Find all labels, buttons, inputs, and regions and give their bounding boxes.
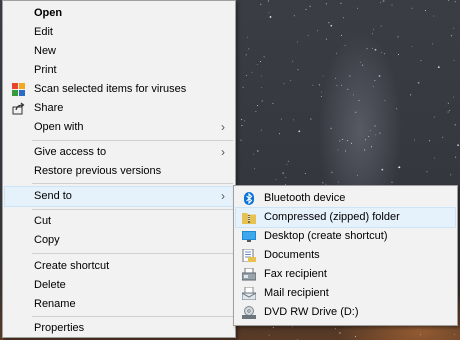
menu-item-label: Properties (34, 322, 85, 334)
menu-item-label: Restore previous versions (34, 165, 162, 177)
bluetooth-icon (242, 192, 256, 205)
desktop-icon (242, 230, 256, 243)
menu-item-new[interactable]: New (5, 42, 233, 61)
submenu-item-label: Desktop (create shortcut) (264, 230, 388, 242)
submenu-item-label: Compressed (zipped) folder (264, 211, 400, 223)
menu-item-edit[interactable]: Edit (5, 23, 233, 42)
menu-item-label: Open (34, 7, 63, 19)
menu-separator (32, 183, 233, 184)
dvd-drive-icon (242, 306, 256, 319)
send-to-dvd-drive[interactable]: DVD RW Drive (D:) (236, 303, 455, 322)
menu-item-create-shortcut[interactable]: Create shortcut (5, 257, 233, 276)
menu-separator (32, 209, 233, 210)
chevron-right-icon: › (221, 120, 225, 134)
submenu-item-label: Bluetooth device (264, 192, 346, 204)
menu-item-label: Edit (34, 26, 53, 38)
send-to-documents[interactable]: Documents (236, 246, 455, 265)
documents-icon (242, 248, 256, 263)
menu-item-give-access[interactable]: Give access to › (5, 143, 233, 162)
menu-item-label: Print (34, 64, 57, 76)
menu-item-label: Give access to (34, 146, 107, 158)
submenu-item-label: Documents (264, 249, 320, 261)
menu-item-label: Rename (34, 298, 76, 310)
submenu-item-label: DVD RW Drive (D:) (264, 306, 359, 318)
menu-item-scan-viruses[interactable]: Scan selected items for viruses (5, 80, 233, 99)
send-to-desktop[interactable]: Desktop (create shortcut) (236, 227, 455, 246)
context-menu: Open Edit New Print Scan selected items … (2, 0, 236, 338)
chevron-right-icon: › (221, 145, 225, 159)
menu-item-label: Send to (34, 190, 72, 202)
send-to-fax[interactable]: Fax recipient (236, 265, 455, 284)
share-icon (12, 102, 25, 115)
menu-item-label: Open with (34, 121, 84, 133)
mail-icon (241, 286, 257, 301)
menu-item-label: Cut (34, 215, 52, 227)
menu-item-open-with[interactable]: Open with › (5, 118, 233, 137)
menu-separator (32, 253, 233, 254)
antivirus-icon (12, 83, 25, 96)
send-to-mail[interactable]: Mail recipient (236, 284, 455, 303)
submenu-item-label: Fax recipient (264, 268, 327, 280)
menu-item-label: Create shortcut (34, 260, 110, 272)
menu-item-copy[interactable]: Copy (5, 231, 233, 250)
menu-item-open[interactable]: Open (5, 4, 233, 23)
menu-separator (32, 316, 233, 317)
menu-item-send-to[interactable]: Send to › (4, 186, 234, 207)
fax-icon (241, 267, 257, 281)
send-to-submenu: Bluetooth device Compressed (zipped) fol… (233, 185, 458, 326)
zip-folder-icon (242, 211, 256, 224)
menu-item-label: Delete (34, 279, 66, 291)
menu-item-label: Scan selected items for viruses (34, 83, 187, 95)
menu-item-share[interactable]: Share (5, 99, 233, 118)
menu-item-print[interactable]: Print (5, 61, 233, 80)
menu-item-properties[interactable]: Properties (5, 319, 233, 338)
menu-item-delete[interactable]: Delete (5, 276, 233, 295)
menu-item-label: Copy (34, 234, 60, 246)
submenu-item-label: Mail recipient (264, 287, 329, 299)
menu-separator (32, 140, 233, 141)
chevron-right-icon: › (221, 189, 225, 203)
menu-item-label: New (34, 45, 57, 57)
menu-item-restore-versions[interactable]: Restore previous versions (5, 162, 233, 181)
send-to-compressed-folder[interactable]: Compressed (zipped) folder (235, 207, 456, 228)
send-to-bluetooth[interactable]: Bluetooth device (236, 189, 455, 208)
menu-item-cut[interactable]: Cut (5, 212, 233, 231)
menu-item-rename[interactable]: Rename (5, 295, 233, 314)
menu-item-label: Share (34, 102, 64, 114)
